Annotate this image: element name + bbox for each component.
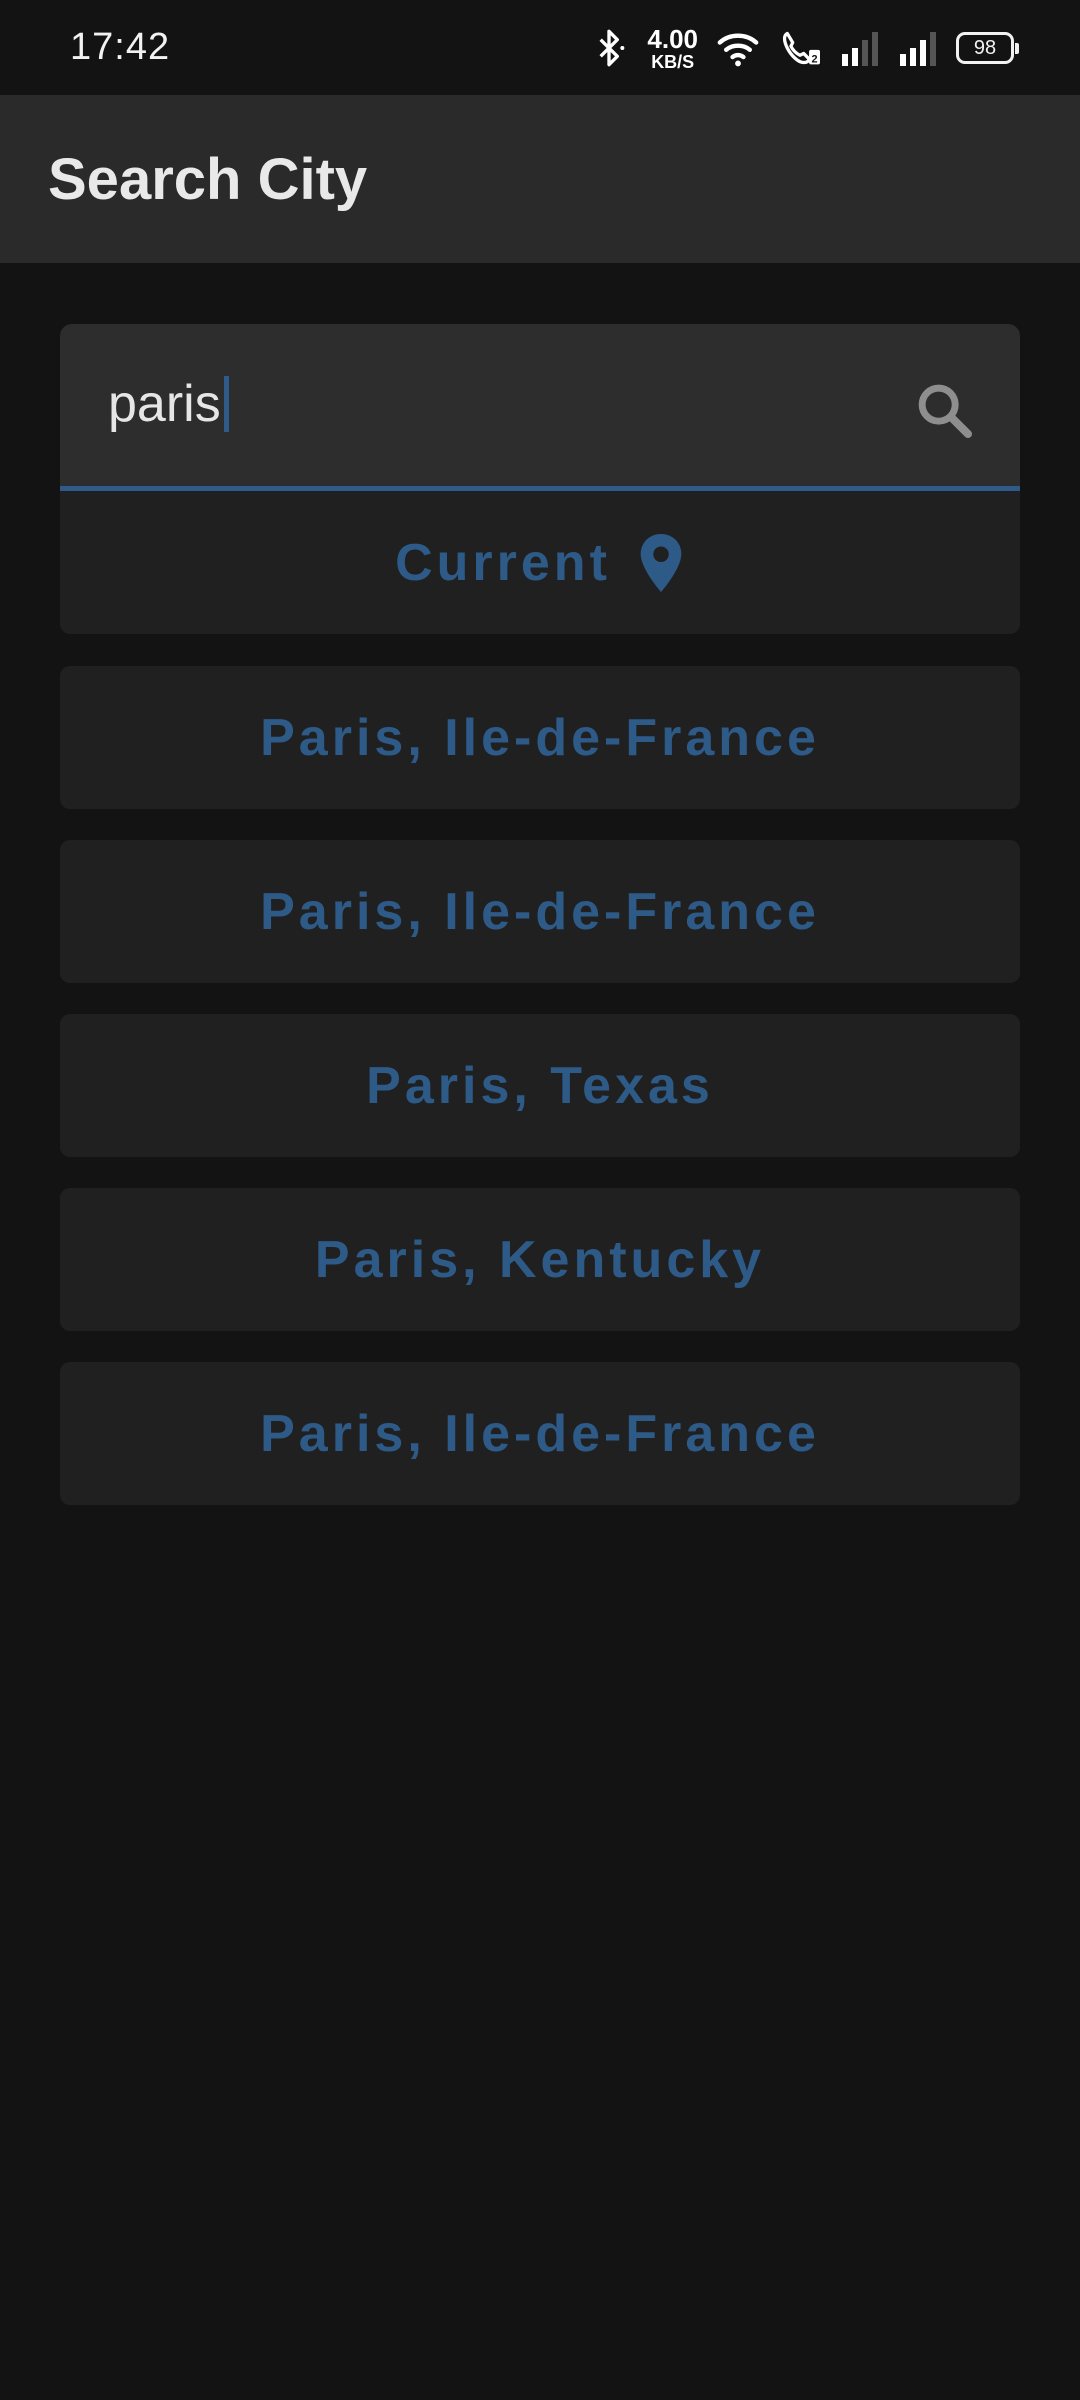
current-location-label: Current <box>395 533 611 592</box>
search-icon[interactable] <box>912 378 976 442</box>
signal-icon <box>842 32 878 66</box>
app-bar: Search City <box>0 95 1080 263</box>
current-location-button[interactable]: Current <box>60 491 1020 634</box>
search-input-text[interactable]: paris <box>108 368 229 440</box>
city-result-item[interactable]: Paris, Ile-de-France <box>60 840 1020 983</box>
wifi-icon <box>717 33 759 67</box>
battery-indicator: 98 <box>956 32 1019 64</box>
svg-text:2: 2 <box>812 54 818 66</box>
current-location-content: Current <box>395 532 685 594</box>
signal-icon <box>900 32 936 66</box>
status-bar: 17:42 4.00 KB/S 2 98 <box>0 0 1080 95</box>
bluetooth-icon <box>599 29 625 67</box>
network-speed-unit: KB/S <box>651 51 695 72</box>
city-result-item[interactable]: Paris, Ile-de-France <box>60 666 1020 809</box>
status-icons: 4.00 KB/S 2 98 <box>589 22 1019 74</box>
network-speed-value: 4.00 <box>647 23 698 54</box>
wifi-call-icon: 2 <box>782 31 820 66</box>
search-input-value: paris <box>108 375 221 433</box>
city-result-item[interactable]: Paris, Ile-de-France <box>60 1362 1020 1505</box>
network-speed: 4.00 KB/S <box>647 26 698 71</box>
location-pin-icon <box>640 533 682 592</box>
city-result-item[interactable]: Paris, Kentucky <box>60 1188 1020 1331</box>
city-result-item[interactable]: Paris, Texas <box>60 1014 1020 1157</box>
page-title: Search City <box>48 147 368 212</box>
status-time: 17:42 <box>70 26 171 68</box>
text-caret <box>223 376 229 432</box>
search-input[interactable]: paris <box>60 324 1020 491</box>
